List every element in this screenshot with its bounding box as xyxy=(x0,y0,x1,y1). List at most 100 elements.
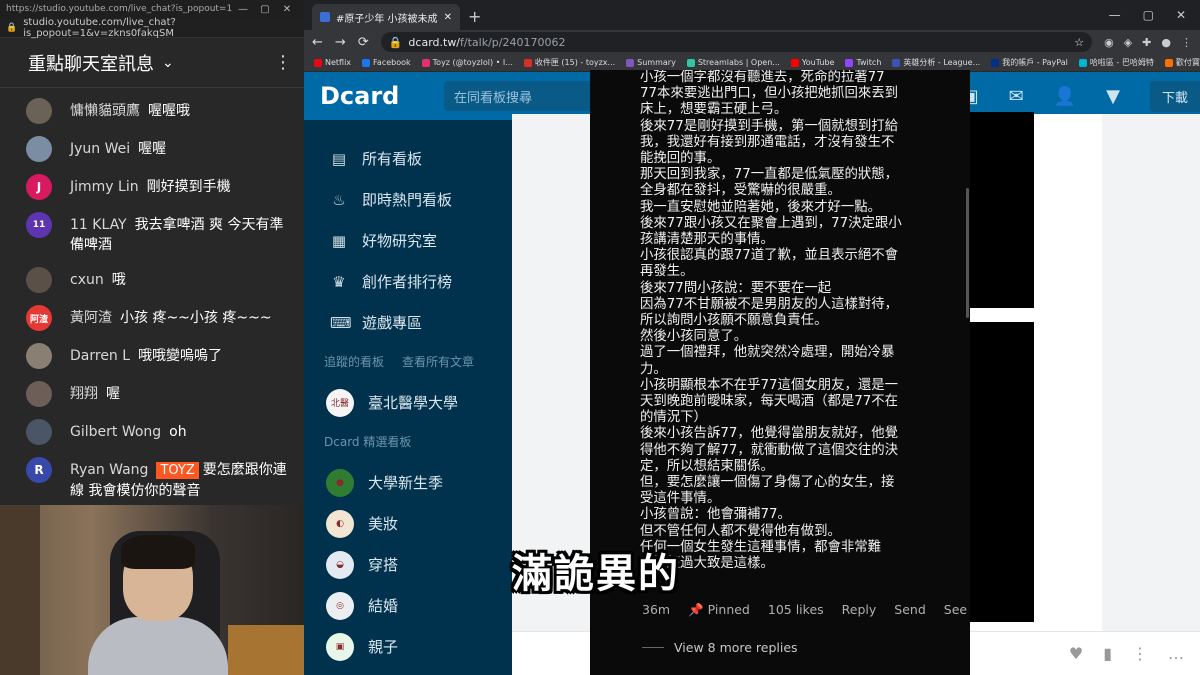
board-item[interactable]: ▣ 親子 xyxy=(304,626,512,667)
more-horiz-icon[interactable]: … xyxy=(1168,644,1184,663)
minimize-icon[interactable]: — xyxy=(232,4,254,15)
sidebar-item[interactable]: ⌨ 遊戲專區 xyxy=(304,302,512,343)
chat-message[interactable]: 翔翔喔 xyxy=(0,377,304,407)
tab-dcard[interactable]: #原子少年 小孩被未成年網紅公... ✕ xyxy=(312,4,460,30)
chevron-down-icon[interactable]: ▼ xyxy=(1106,86,1120,107)
puzzle-icon[interactable]: ✚ xyxy=(1142,36,1151,49)
avatar[interactable]: 阿渣 xyxy=(26,305,52,331)
lock-icon: 🔒 xyxy=(6,22,18,33)
back-icon[interactable]: ← xyxy=(312,35,323,50)
chat-message[interactable]: J Jimmy Lin 剛好摸到手機 xyxy=(0,170,304,200)
see-translation-link[interactable]: See transla xyxy=(944,602,970,618)
bookmark-item[interactable]: 哈啦區 - 巴哈姆特 xyxy=(1078,57,1154,68)
bookmark-item[interactable]: 我的帳戶 - PayPal xyxy=(991,57,1068,68)
forward-icon[interactable]: → xyxy=(335,35,346,50)
board-item[interactable]: 北醫 臺北醫學大學 xyxy=(304,382,512,423)
chat-message-body: 翔翔喔 xyxy=(70,377,120,404)
bookmark-item[interactable]: Streamlabs | Open... xyxy=(686,58,780,67)
chat-author[interactable]: 11 KLAY xyxy=(70,217,127,233)
comment-line: 小孩很認真的跟77道了歉，並且表示絕不會 xyxy=(640,248,899,264)
view-more-replies[interactable]: View 8 more replies xyxy=(642,640,798,655)
comment-scrollbar[interactable] xyxy=(966,188,969,318)
avatar[interactable]: J xyxy=(26,174,52,200)
chat-address-bar[interactable]: 🔒 studio.youtube.com/live_chat?is_popout… xyxy=(0,17,304,39)
board-item[interactable]: ◐ 美妝 xyxy=(304,503,512,544)
chat-message[interactable]: cxun 哦 xyxy=(0,263,304,293)
chat-message[interactable]: Gilbert Wong oh xyxy=(0,415,304,445)
download-button[interactable]: 下載 xyxy=(1149,80,1200,112)
avatar[interactable] xyxy=(26,419,52,445)
avatar[interactable]: R xyxy=(26,457,52,483)
chat-author[interactable]: Jyun Wei xyxy=(70,141,130,157)
chat-author[interactable]: 翔翔 xyxy=(70,386,98,402)
address-bar[interactable]: 🔒 dcard.tw/f/talk/p/240170062 ☆ xyxy=(380,32,1093,52)
chat-message[interactable]: 11 11 KLAY 我去拿啤酒 爽 今天有準備啤酒 xyxy=(0,208,304,255)
chat-message[interactable]: 阿渣 黃阿渣 小孩 疼~~小孩 疼~~~ xyxy=(0,301,304,331)
chat-message[interactable]: 慵懶貓頭鷹 喔喔哦 xyxy=(0,94,304,124)
tab-close-icon[interactable]: ✕ xyxy=(444,12,452,23)
bookmark-icon[interactable]: ▮ xyxy=(1103,644,1112,663)
member-badge: TOYZ xyxy=(156,462,199,479)
more-vert-icon[interactable]: ⋮ xyxy=(274,52,292,73)
star-icon[interactable]: ☆ xyxy=(1074,36,1084,49)
sidebar-item[interactable]: ♛ 創作者排行榜 xyxy=(304,261,512,302)
more-vert-icon[interactable]: ⋮ xyxy=(1132,644,1148,663)
user-icon[interactable]: 👤 xyxy=(1054,86,1076,107)
reload-icon[interactable]: ⟳ xyxy=(358,35,369,50)
extension-icon[interactable]: ◉ xyxy=(1104,36,1114,49)
chat-message[interactable]: R Ryan Wang TOYZ 要怎麼跟你連線 我會模仿你的聲音 xyxy=(0,453,304,501)
menu-icon[interactable]: ⋮ xyxy=(1181,36,1192,49)
heart-icon[interactable]: ♥ xyxy=(1069,644,1083,663)
close-icon[interactable]: ✕ xyxy=(276,4,298,15)
bookmark-item[interactable]: 收件匣 (15) - toyzx... xyxy=(523,57,615,68)
chat-author[interactable]: Ryan Wang xyxy=(70,462,148,478)
avatar[interactable] xyxy=(26,267,52,293)
bookmark-item[interactable]: Netflix xyxy=(314,58,351,67)
avatar[interactable] xyxy=(26,381,52,407)
chevron-down-icon[interactable]: ⌄ xyxy=(162,55,174,71)
bookmark-item[interactable]: Twitch xyxy=(845,58,881,67)
chat-author[interactable]: Jimmy Lin xyxy=(70,179,139,195)
bookmark-item[interactable]: Facebook xyxy=(362,58,411,67)
send-button[interactable]: Send xyxy=(894,602,925,618)
maximize-icon[interactable]: ▢ xyxy=(254,4,276,15)
board-item[interactable]: ◎ 結婚 xyxy=(304,585,512,626)
chat-author[interactable]: Gilbert Wong xyxy=(70,424,161,440)
chat-message[interactable]: Darren L 哦哦變嗚嗚了 xyxy=(0,339,304,369)
board-item[interactable]: ◒ 穿搭 xyxy=(304,544,512,585)
chat-author[interactable]: Darren L xyxy=(70,348,130,364)
webcam-person-hair xyxy=(121,535,195,569)
sidebar-item[interactable]: ▤ 所有看板 xyxy=(304,138,512,179)
avatar[interactable] xyxy=(26,136,52,162)
bookmark-item[interactable]: 英雄分析 - League... xyxy=(892,57,980,68)
view-all-posts-link[interactable]: 查看所有文章 xyxy=(402,353,474,370)
board-item[interactable]: ● 大學新生季 xyxy=(304,462,512,503)
chat-author[interactable]: cxun xyxy=(70,272,104,288)
mail-icon[interactable]: ✉ xyxy=(1009,86,1024,107)
reply-button[interactable]: Reply xyxy=(842,602,877,618)
avatar[interactable]: 11 xyxy=(26,212,52,238)
new-tab-icon[interactable]: + xyxy=(468,7,481,26)
sidebar-item[interactable]: ▦ 好物研究室 xyxy=(304,220,512,261)
minimize-icon[interactable]: — xyxy=(1109,8,1121,22)
avatar[interactable] xyxy=(26,98,52,124)
comment-line: 任何一個女生發生這種事情，都會非常難 xyxy=(640,539,882,555)
bookmark-item[interactable]: Toyz (@toyzlol) • I... xyxy=(421,58,513,67)
bookmark-item[interactable]: Summary xyxy=(626,58,676,67)
profile-icon[interactable]: ● xyxy=(1161,36,1171,49)
dcard-logo[interactable]: Dcard xyxy=(320,82,430,110)
likes-count[interactable]: 105 likes xyxy=(768,602,824,618)
maximize-icon[interactable]: ▢ xyxy=(1143,8,1154,22)
extension-icons: ◉ ◈ ✚ ● ⋮ xyxy=(1104,36,1192,49)
sidebar-item[interactable]: ♨ 即時熱門看板 xyxy=(304,179,512,220)
chat-mode-title[interactable]: 重點聊天室訊息 xyxy=(28,50,154,76)
avatar[interactable] xyxy=(26,343,52,369)
extension-icon[interactable]: ◈ xyxy=(1124,36,1132,49)
chat-message-list[interactable]: 慵懶貓頭鷹 喔喔哦 Jyun Wei 喔喔 J Jimmy Lin 剛好摸到手機 11 11 K… xyxy=(0,78,304,505)
bookmark-item[interactable]: 歡付寶O'Pay歡付... xyxy=(1164,57,1200,68)
chat-message[interactable]: Jyun Wei 喔喔 xyxy=(0,132,304,162)
bookmark-item[interactable]: YouTube xyxy=(790,58,834,67)
chat-author[interactable]: 黃阿渣 xyxy=(70,310,112,326)
chat-author[interactable]: 慵懶貓頭鷹 xyxy=(70,103,140,119)
close-icon[interactable]: ✕ xyxy=(1176,8,1186,22)
